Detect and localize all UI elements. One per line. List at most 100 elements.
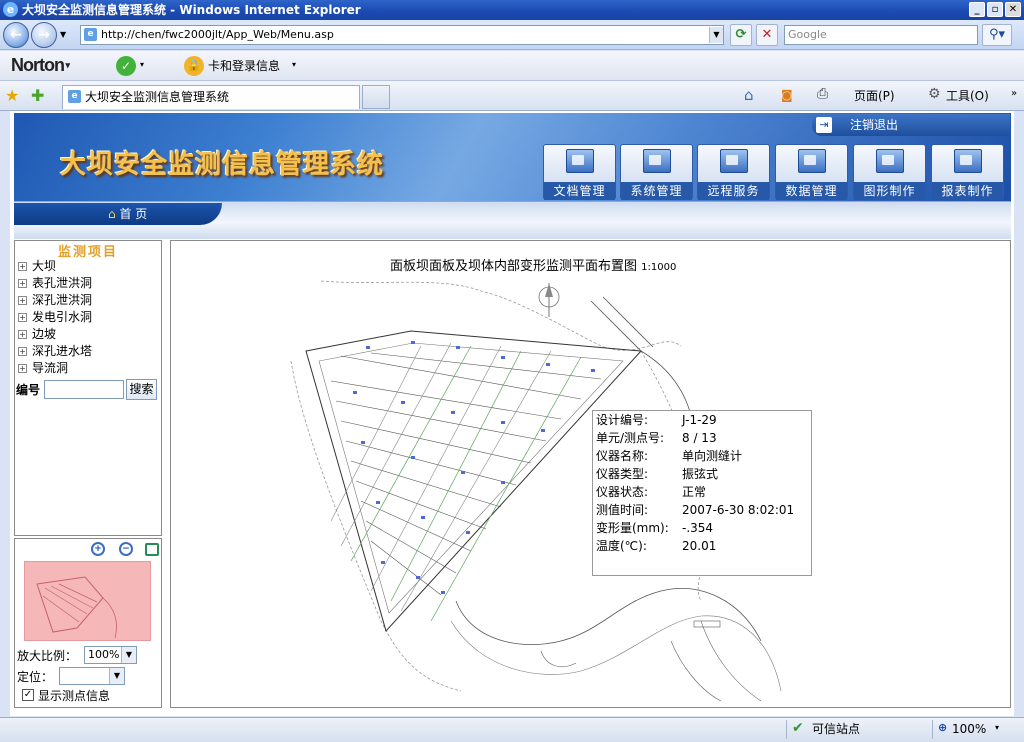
refresh-button[interactable]: ⟳ xyxy=(730,24,752,46)
tree-item-label: 导流洞 xyxy=(32,361,69,375)
menu-document-management[interactable]: 文档管理 xyxy=(543,144,616,200)
status-separator xyxy=(786,720,787,739)
chevron-more-icon[interactable]: » xyxy=(1011,88,1017,99)
zoom-dropdown-icon[interactable]: ▾ xyxy=(995,723,999,732)
report-icon xyxy=(953,149,982,173)
expand-icon[interactable]: + xyxy=(18,313,27,322)
menu-report-production[interactable]: 报表制作 xyxy=(931,144,1004,200)
history-dropdown-icon[interactable]: ▼ xyxy=(60,30,66,39)
expand-icon[interactable]: + xyxy=(18,364,27,373)
expand-icon[interactable]: + xyxy=(18,296,27,305)
menu-graphic-production[interactable]: 图形制作 xyxy=(853,144,926,200)
info-value: 单向测缝计 xyxy=(682,449,743,463)
add-favorite-icon[interactable]: ✚ xyxy=(31,86,44,105)
info-value: 8 / 13 xyxy=(682,431,717,445)
menu-system-management[interactable]: 系统管理 xyxy=(620,144,693,200)
tree-item-intake-tower[interactable]: + 深孔进水塔 xyxy=(18,343,92,360)
tab-title: 大坝安全监测信息管理系统 xyxy=(85,90,230,104)
print-icon[interactable]: ⎙ xyxy=(817,86,828,102)
tree-item-power-tunnel[interactable]: + 发电引水洞 xyxy=(18,309,92,326)
stop-button[interactable]: ✕ xyxy=(756,24,778,46)
expand-icon[interactable]: + xyxy=(18,330,27,339)
tree-item-label: 表孔泄洪洞 xyxy=(32,276,93,290)
menu-data-management[interactable]: 数据管理 xyxy=(775,144,848,200)
info-row: 温度(℃): 20.01 xyxy=(596,537,716,555)
info-row: 仪器类型: 振弦式 xyxy=(596,465,718,483)
info-value: 正常 xyxy=(682,485,707,499)
minimize-button[interactable]: _ xyxy=(969,2,985,17)
menu-remote-service[interactable]: 远程服务 xyxy=(697,144,770,200)
tree-item-label: 大坝 xyxy=(32,259,57,273)
logout-label: 注销退出 xyxy=(850,118,899,132)
tree-item-dam[interactable]: + 大坝 xyxy=(18,258,56,275)
url-dropdown-icon[interactable]: ▼ xyxy=(709,27,723,43)
remote-icon xyxy=(719,149,748,173)
fit-view-icon[interactable] xyxy=(145,543,159,556)
expand-icon[interactable]: + xyxy=(18,279,27,288)
menu-label: 图形制作 xyxy=(854,182,925,200)
feeds-icon[interactable]: ◙ xyxy=(781,88,793,102)
info-row: 仪器状态: 正常 xyxy=(596,483,706,501)
map-thumbnail[interactable] xyxy=(24,561,151,641)
tab-active[interactable]: 大坝安全监测信息管理系统 xyxy=(62,85,360,109)
menu-label: 报表制作 xyxy=(932,182,1003,200)
home-link[interactable]: ⌂ 首 页 xyxy=(108,206,147,222)
zoom-out-icon[interactable]: − xyxy=(119,542,133,556)
locate-select[interactable]: ▼ xyxy=(59,667,125,685)
menu-label: 系统管理 xyxy=(621,182,692,200)
restore-button[interactable]: ▫ xyxy=(987,2,1003,17)
trusted-check-icon: ✔ xyxy=(792,720,804,736)
lock-icon: 🔒 xyxy=(184,56,204,76)
check-icon[interactable]: ✓ xyxy=(116,56,136,76)
info-row: 仪器名称: 单向测缝计 xyxy=(596,447,742,465)
tree-item-diversion-tunnel[interactable]: + 导流洞 xyxy=(18,360,68,377)
forward-button[interactable]: → xyxy=(31,22,57,48)
close-window-button[interactable]: ✕ xyxy=(1005,2,1021,17)
zoom-ratio-value: 100% xyxy=(88,648,120,661)
tree-item-deep-spillway[interactable]: + 深孔泄洪洞 xyxy=(18,292,92,309)
ie-icon: e xyxy=(3,2,18,17)
info-key: 仪器状态: xyxy=(596,485,649,499)
info-row: 变形量(mm): -.354 xyxy=(596,519,713,537)
search-go-button[interactable]: ⚲▾ xyxy=(982,24,1012,46)
tree-item-slope[interactable]: + 边坡 xyxy=(18,326,56,343)
card-login-dropdown-icon[interactable]: ▾ xyxy=(292,60,296,69)
logout-icon: ⇥ xyxy=(816,117,832,133)
chevron-down-icon[interactable]: ▼ xyxy=(109,668,124,684)
tools-menu[interactable]: 工具(O) xyxy=(946,88,989,104)
zoom-level[interactable]: 100% xyxy=(952,721,986,737)
search-input[interactable]: Google xyxy=(784,25,978,45)
frame-right-edge xyxy=(1014,111,1024,717)
page-menu[interactable]: 页面(P) xyxy=(854,88,895,104)
url-input[interactable]: http://chen/fwc2000jlt/App_Web/Menu.asp xyxy=(80,25,724,45)
menu-label: 数据管理 xyxy=(776,182,847,200)
expand-icon[interactable]: + xyxy=(18,347,27,356)
new-tab-button[interactable] xyxy=(362,85,390,109)
code-input[interactable] xyxy=(44,380,124,399)
favorites-star-icon[interactable]: ★ xyxy=(5,86,19,105)
logout-button[interactable]: 注销退出 xyxy=(812,114,1010,136)
chevron-down-icon[interactable]: ▼ xyxy=(121,647,136,663)
card-login-button[interactable]: 卡和登录信息 xyxy=(208,58,280,74)
info-key: 温度(℃): xyxy=(596,539,647,553)
zoom-ratio-select[interactable]: 100% ▼ xyxy=(84,646,137,664)
tree-item-surface-spillway[interactable]: + 表孔泄洪洞 xyxy=(18,275,92,292)
home-icon[interactable]: ⌂ xyxy=(744,86,754,104)
map-title: 面板坝面板及坝体内部变形监测平面布置图 1:1000 xyxy=(390,255,676,274)
norton-dropdown-icon[interactable]: ▾ xyxy=(140,60,144,69)
map-viewer[interactable] xyxy=(170,240,1011,708)
gear-icon: ⚙ xyxy=(928,86,941,102)
info-value: J-1-29 xyxy=(682,413,717,427)
show-points-checkbox[interactable]: ✓ xyxy=(22,689,34,701)
info-row: 测值时间: 2007-6-30 8:02:01 xyxy=(596,501,794,519)
menu-label: 远程服务 xyxy=(698,182,769,200)
zoom-in-icon[interactable]: + xyxy=(91,542,105,556)
page-icon: e xyxy=(84,28,97,41)
search-button[interactable]: 搜索 xyxy=(126,379,157,400)
back-button[interactable]: ← xyxy=(3,22,29,48)
tree-item-label: 深孔进水塔 xyxy=(32,344,93,358)
norton-menu[interactable]: Norton ▾ xyxy=(11,55,70,76)
info-key: 仪器类型: xyxy=(596,467,649,481)
security-zone[interactable]: 可信站点 xyxy=(812,721,860,737)
expand-icon[interactable]: + xyxy=(18,262,27,271)
